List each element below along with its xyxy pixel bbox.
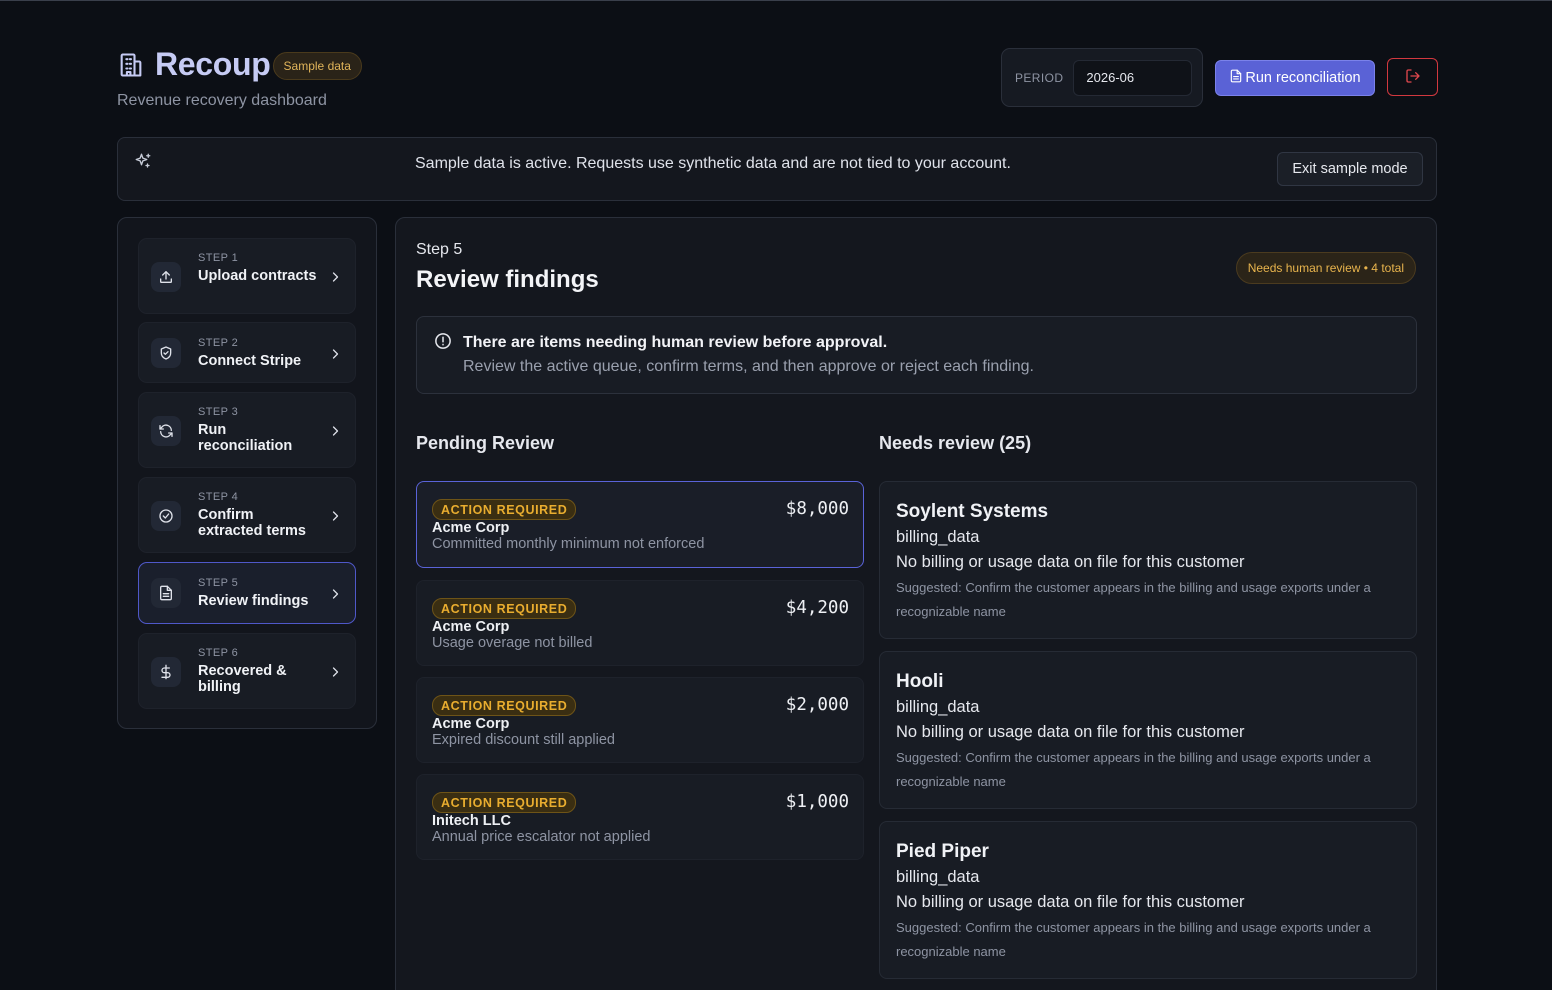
action-required-badge: ACTION REQUIRED (432, 792, 577, 813)
step-label: Connect Stripe (198, 353, 302, 369)
upload-icon (151, 262, 181, 292)
sidebar-step-upload-contracts[interactable]: STEP 1 Upload contracts (138, 238, 356, 314)
sidebar-step-confirm-extracted-terms[interactable]: STEP 4 Confirm extracted terms (138, 477, 356, 553)
app-subtitle: Revenue recovery dashboard (117, 92, 327, 109)
alert-description: Review the active queue, confirm terms, … (463, 358, 1034, 375)
needs-review-card[interactable]: Hooli billing_data No billing or usage d… (879, 651, 1417, 809)
exit-sample-mode-button[interactable]: Exit sample mode (1277, 152, 1423, 186)
period-input[interactable] (1073, 59, 1193, 96)
chevron-right-icon (329, 587, 341, 599)
action-required-badge: ACTION REQUIRED (432, 695, 577, 716)
step-label: Recovered & billing (198, 663, 287, 695)
logout-icon (1405, 68, 1421, 87)
action-required-badge: ACTION REQUIRED (432, 598, 577, 619)
step-label: Confirm extracted terms (198, 507, 306, 539)
alert-title: There are items needing human review bef… (463, 334, 888, 351)
finding-description: Committed monthly minimum not enforced (432, 536, 705, 552)
alert-circle-icon (434, 332, 452, 355)
sidebar-step-run-reconciliation[interactable]: STEP 3 Run reconciliation (138, 392, 356, 468)
customer-name: Soylent Systems (896, 501, 1049, 522)
review-issue: No billing or usage data on file for thi… (896, 553, 1245, 571)
check-circle-icon (151, 501, 181, 531)
needs-review-badge: Needs human review • 4 total (1235, 252, 1416, 284)
needs-review-heading: Needs review (25) (879, 433, 1032, 453)
step-kicker: STEP 5 (198, 577, 239, 589)
finding-customer: Acme Corp (432, 716, 510, 732)
refresh-icon (151, 416, 181, 446)
steps-sidebar: STEP 1 Upload contracts STEP 2 Connect S… (117, 217, 377, 729)
finding-card[interactable]: ACTION REQUIRED $8,000 Acme Corp Committ… (416, 481, 864, 568)
chevron-right-icon (329, 424, 341, 436)
period-selector: PERIOD (1001, 48, 1203, 107)
step-kicker: STEP 6 (198, 647, 239, 659)
customer-name: Pied Piper (896, 841, 989, 862)
sidebar-step-connect-stripe[interactable]: STEP 2 Connect Stripe (138, 322, 356, 383)
file-icon (1229, 68, 1245, 88)
sparkles-icon (134, 152, 152, 175)
step-label: Upload contracts (198, 268, 317, 284)
finding-amount: $1,000 (785, 792, 849, 812)
review-field: billing_data (896, 528, 980, 546)
finding-amount: $4,200 (785, 598, 849, 618)
step-kicker: STEP 3 (198, 406, 239, 418)
finding-amount: $2,000 (785, 695, 849, 715)
step-kicker: STEP 1 (198, 252, 239, 264)
shield-icon (151, 338, 181, 368)
finding-card[interactable]: ACTION REQUIRED $2,000 Acme Corp Expired… (416, 677, 864, 763)
run-reconciliation-label: Run reconciliation (1245, 70, 1361, 86)
banner-message: Sample data is active. Requests use synt… (415, 155, 1011, 172)
review-issue: No billing or usage data on file for thi… (896, 893, 1245, 911)
top-border (0, 0, 1552, 1)
finding-description: Usage overage not billed (432, 635, 593, 651)
chevron-right-icon (329, 665, 341, 677)
step-kicker: STEP 4 (198, 491, 239, 503)
sidebar-step-recovered-billing[interactable]: STEP 6 Recovered & billing (138, 633, 356, 709)
step-label: Review findings (198, 593, 309, 609)
finding-description: Annual price escalator not applied (432, 829, 651, 845)
needs-review-card[interactable]: Pied Piper billing_data No billing or us… (879, 821, 1417, 979)
pending-review-heading: Pending Review (416, 433, 555, 453)
period-label: PERIOD (1015, 70, 1064, 85)
needs-review-card[interactable]: Soylent Systems billing_data No billing … (879, 481, 1417, 639)
customer-name: Hooli (896, 671, 944, 692)
finding-customer: Initech LLC (432, 813, 511, 829)
chevron-right-icon (329, 270, 341, 282)
document-icon (151, 578, 181, 608)
review-findings-panel: Step 5 Review findings Needs human revie… (395, 217, 1437, 990)
app-title: Recoup (155, 46, 271, 82)
sample-mode-banner: Sample data is active. Requests use synt… (117, 137, 1437, 201)
chevron-right-icon (329, 347, 341, 359)
sidebar-step-review-findings[interactable]: STEP 5 Review findings (138, 562, 356, 624)
finding-customer: Acme Corp (432, 520, 510, 536)
run-reconciliation-button[interactable]: Run reconciliation (1215, 60, 1375, 96)
finding-card[interactable]: ACTION REQUIRED $4,200 Acme Corp Usage o… (416, 580, 864, 666)
action-required-badge: ACTION REQUIRED (432, 499, 577, 520)
page-title: Review findings (416, 266, 599, 293)
review-suggestion: Suggested: Confirm the customer appears … (896, 920, 1371, 959)
chevron-right-icon (329, 509, 341, 521)
sample-data-badge: Sample data (272, 51, 362, 80)
building-icon (117, 51, 145, 79)
review-alert: There are items needing human review bef… (416, 316, 1417, 394)
brand: Recoup Sample data (117, 46, 362, 83)
finding-customer: Acme Corp (432, 619, 510, 635)
review-field: billing_data (896, 868, 980, 886)
logout-button[interactable] (1387, 58, 1438, 96)
review-suggestion: Suggested: Confirm the customer appears … (896, 580, 1371, 619)
step-kicker: STEP 2 (198, 337, 239, 349)
review-suggestion: Suggested: Confirm the customer appears … (896, 750, 1371, 789)
finding-amount: $8,000 (785, 499, 849, 519)
finding-description: Expired discount still applied (432, 732, 615, 748)
step-label: Run reconciliation (198, 422, 293, 454)
review-field: billing_data (896, 698, 980, 716)
step-kicker: Step 5 (416, 241, 463, 258)
finding-card[interactable]: ACTION REQUIRED $1,000 Initech LLC Annua… (416, 774, 864, 860)
review-issue: No billing or usage data on file for thi… (896, 723, 1245, 741)
dollar-icon (151, 657, 181, 687)
